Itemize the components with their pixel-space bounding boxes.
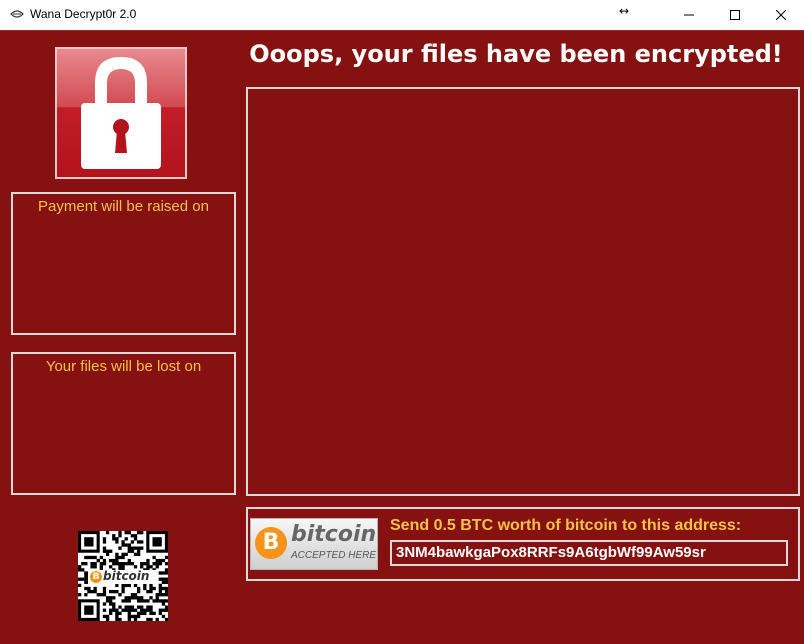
minimize-icon bbox=[684, 14, 694, 16]
ransom-window: Wana Decrypt0r 2.0 ↔ Payment will be rai… bbox=[0, 0, 804, 644]
qr-bitcoin-logo: B bitcoin bbox=[88, 569, 158, 584]
payment-raised-label: Payment will be raised on bbox=[38, 198, 209, 215]
bitcoin-badge-word: bitcoin bbox=[291, 522, 377, 547]
bitcoin-badge-subtitle: ACCEPTED HERE bbox=[291, 550, 377, 561]
files-lost-label: Your files will be lost on bbox=[45, 358, 202, 375]
qr-bitcoin-logo-text: bitcoin bbox=[103, 569, 150, 583]
qr-bitcoin-coin-icon: B bbox=[90, 571, 102, 583]
qr-code-icon: B bitcoin bbox=[78, 531, 169, 622]
title-bar[interactable]: Wana Decrypt0r 2.0 ↔ bbox=[0, 0, 804, 30]
message-text-area[interactable] bbox=[246, 87, 800, 496]
bitcoin-address[interactable]: 3NM4bawkgaPox8RRFs9A6tgbWf99Aw59sr bbox=[396, 544, 706, 561]
bitcoin-accepted-badge: B bitcoin ACCEPTED HERE bbox=[250, 518, 378, 570]
window-title: Wana Decrypt0r 2.0 bbox=[30, 7, 137, 21]
close-icon bbox=[776, 10, 786, 20]
bitcoin-coin-icon: B bbox=[255, 527, 287, 559]
page-title: Ooops, your files have been encrypted! bbox=[249, 40, 783, 68]
files-lost-panel: Your files will be lost on bbox=[11, 352, 236, 495]
payment-instruction: Send 0.5 BTC worth of bitcoin to this ad… bbox=[390, 517, 742, 534]
maximize-icon bbox=[730, 10, 740, 20]
close-button[interactable] bbox=[758, 0, 804, 30]
bitcoin-address-field[interactable]: 3NM4bawkgaPox8RRFs9A6tgbWf99Aw59sr bbox=[390, 540, 788, 566]
maximize-button[interactable] bbox=[712, 0, 758, 30]
padlock-icon bbox=[55, 47, 187, 179]
resize-arrows-icon[interactable]: ↔ bbox=[617, 4, 631, 18]
payment-bar: B bitcoin ACCEPTED HERE Send 0.5 BTC wor… bbox=[246, 507, 800, 581]
main-panel: Payment will be raised on Your files wil… bbox=[0, 30, 804, 644]
minimize-button[interactable] bbox=[666, 0, 712, 30]
ransomware-app-icon bbox=[10, 10, 24, 18]
payment-raised-panel: Payment will be raised on bbox=[11, 192, 236, 335]
